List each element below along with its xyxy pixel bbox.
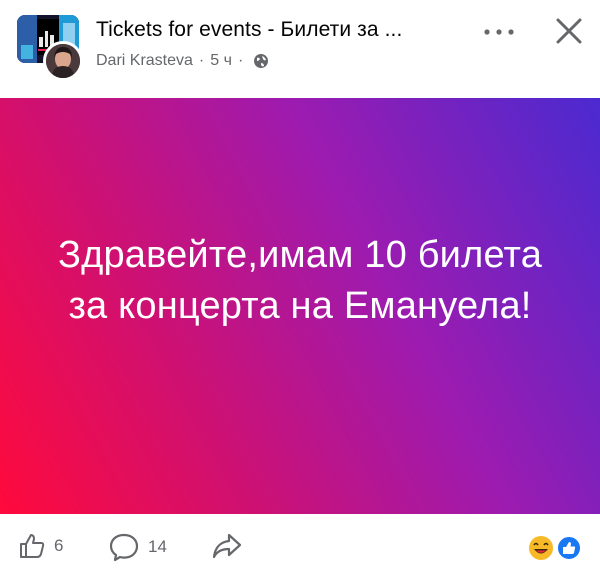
post-footer: [0, 514, 600, 577]
post-meta: Dari Krasteva · 5 ч ·: [96, 52, 269, 70]
like-count: 6: [54, 536, 64, 555]
like-button[interactable]: 6: [18, 532, 63, 560]
post-header: Tickets for events - Билети за ... Dari …: [0, 0, 600, 98]
share-button[interactable]: [211, 532, 243, 560]
share-icon: [212, 533, 242, 559]
globe-icon: [253, 53, 269, 69]
comment-icon: [109, 533, 139, 562]
close-button[interactable]: [553, 15, 585, 47]
author-name[interactable]: Dari Krasteva: [96, 52, 193, 70]
laughing-emoji-icon: [529, 536, 553, 560]
more-options-button[interactable]: [481, 24, 517, 40]
page-title[interactable]: Tickets for events - Билети за ...: [96, 18, 402, 42]
comment-button[interactable]: 14: [108, 532, 167, 562]
close-icon: [556, 18, 582, 44]
post-text: Здравейте,имам 10 билета за концерта на …: [57, 234, 543, 327]
comment-count: 14: [148, 537, 167, 556]
more-horizontal-icon: [484, 29, 514, 35]
post-timestamp[interactable]: 5 ч: [210, 52, 232, 70]
meta-separator-2: ·: [237, 52, 244, 69]
meta-separator: ·: [198, 52, 205, 69]
thumbs-up-icon: [20, 534, 45, 558]
author-avatar[interactable]: [43, 41, 83, 81]
reaction-summary[interactable]: [528, 535, 584, 561]
like-reaction-icon: [556, 535, 582, 561]
